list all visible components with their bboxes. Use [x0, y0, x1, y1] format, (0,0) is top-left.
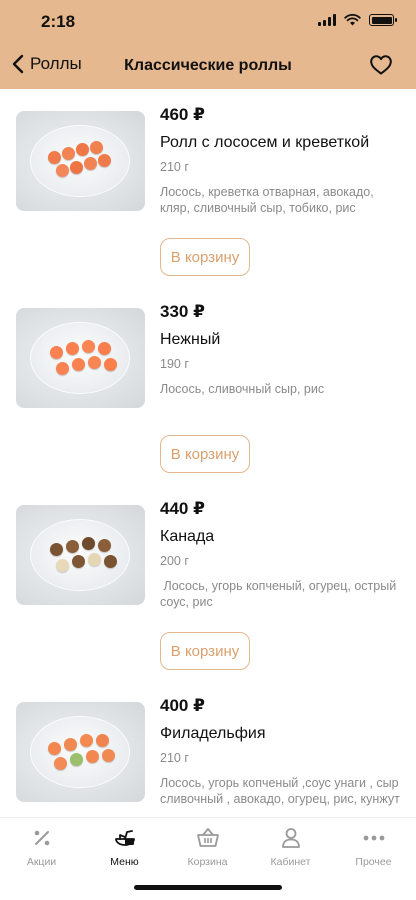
- tab-label: Кабинет: [270, 856, 311, 868]
- plate-image: [30, 125, 130, 197]
- product-card: 440 ₽ Канада 200 г Лосось, угорь копчены…: [0, 483, 416, 680]
- battery-icon: [369, 14, 397, 26]
- tab-label: Акции: [26, 856, 57, 868]
- tab-more[interactable]: Прочее: [332, 826, 415, 868]
- product-info: 330 ₽ Нежный 190 г Лосось, сливочный сыр…: [160, 302, 400, 397]
- navigation-bar: Роллы Классические роллы: [0, 44, 416, 89]
- product-price: 460 ₽: [160, 105, 205, 124]
- status-icons: [318, 14, 397, 26]
- product-info: 440 ₽ Канада 200 г Лосось, угорь копчены…: [160, 499, 400, 610]
- page-title: Классические роллы: [124, 57, 292, 74]
- product-description: Лосось, угорь копченый, огурец, острый с…: [160, 579, 400, 609]
- heart-icon: [370, 55, 392, 75]
- tab-promotions[interactable]: Акции: [0, 826, 83, 868]
- product-list[interactable]: 460 ₽ Ролл с лососем и креветкой 210 г Л…: [0, 89, 416, 817]
- product-image[interactable]: [16, 702, 145, 802]
- product-image[interactable]: [16, 505, 145, 605]
- product-name[interactable]: Филадельфия: [160, 725, 400, 743]
- product-price: 330 ₽: [160, 302, 205, 321]
- product-weight: 190 г: [160, 357, 189, 371]
- home-indicator: [134, 885, 282, 890]
- status-time: 2:18: [41, 12, 76, 31]
- add-to-cart-button[interactable]: В корзину: [160, 632, 250, 670]
- plate-image: [30, 716, 130, 788]
- menu-icon: [113, 826, 137, 850]
- product-image[interactable]: [16, 308, 145, 408]
- tab-menu[interactable]: Меню: [83, 826, 166, 868]
- tab-cart[interactable]: Корзина: [166, 826, 249, 868]
- product-name[interactable]: Канада: [160, 528, 400, 546]
- product-info: 400 ₽ Филадельфия 210 г Лосось, угорь ко…: [160, 696, 400, 807]
- product-image[interactable]: [16, 111, 145, 211]
- tab-label: Меню: [110, 856, 139, 868]
- product-card: 330 ₽ Нежный 190 г Лосось, сливочный сыр…: [0, 286, 416, 483]
- product-price: 440 ₽: [160, 499, 205, 518]
- tab-account[interactable]: Кабинет: [249, 826, 332, 868]
- add-to-cart-button[interactable]: В корзину: [160, 238, 250, 276]
- product-name[interactable]: Нежный: [160, 331, 400, 349]
- favorite-button[interactable]: [370, 55, 392, 80]
- product-description: Лосось, угорь копченый ,соус унаги , сыр…: [160, 776, 400, 806]
- user-icon: [281, 826, 301, 850]
- wifi-icon: [344, 14, 361, 26]
- tab-label: Корзина: [187, 856, 228, 868]
- more-icon: [362, 826, 386, 850]
- product-description: Лосось, креветка отварная, авокадо, кляр…: [160, 185, 374, 215]
- product-weight: 210 г: [160, 751, 189, 765]
- add-to-cart-button[interactable]: В корзину: [160, 435, 250, 473]
- product-price: 400 ₽: [160, 696, 205, 715]
- tab-label: Прочее: [355, 856, 392, 868]
- status-bar: 2:18: [0, 0, 416, 44]
- app-header: 2:18 Роллы Классические роллы: [0, 0, 416, 89]
- product-name[interactable]: Ролл с лососем и креветкой: [160, 134, 400, 152]
- product-weight: 210 г: [160, 160, 189, 174]
- product-weight: 200 г: [160, 554, 189, 568]
- product-card: 460 ₽ Ролл с лососем и креветкой 210 г Л…: [0, 89, 416, 286]
- product-description: Лосось, сливочный сыр, рис: [160, 382, 325, 396]
- product-card: 400 ₽ Филадельфия 210 г Лосось, угорь ко…: [0, 680, 416, 817]
- basket-icon: [196, 826, 220, 850]
- percent-icon: [32, 826, 52, 850]
- product-info: 460 ₽ Ролл с лососем и креветкой 210 г Л…: [160, 105, 400, 216]
- cellular-signal-icon: [318, 14, 336, 26]
